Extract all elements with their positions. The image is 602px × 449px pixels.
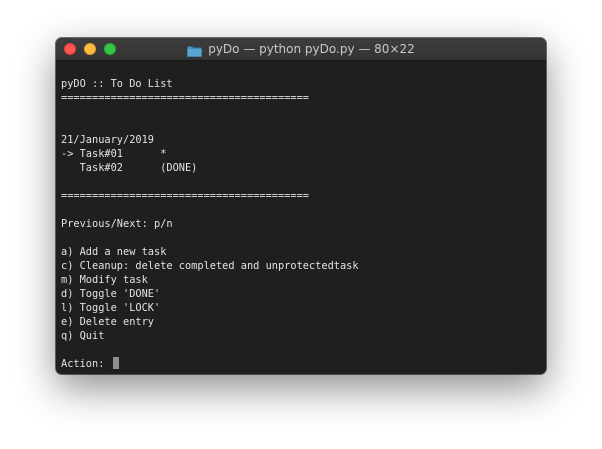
date-line: 21/January/2019 [61, 134, 154, 146]
window-title: pyDo — python pyDo.py — 80×22 [208, 42, 415, 56]
terminal-window: pyDo — python pyDo.py — 80×22 pyDO :: To… [56, 38, 546, 374]
task-line: Task#02 (DONE) [61, 162, 198, 174]
separator-line: ======================================== [61, 92, 309, 104]
navigation-hint: Previous/Next: p/n [61, 218, 173, 230]
terminal-output[interactable]: pyDO :: To Do List =====================… [56, 61, 546, 374]
task-line-selected: -> Task#01 * [61, 148, 167, 160]
menu-option-delete: e) Delete entry [61, 316, 154, 328]
menu-option-toggle-done: d) Toggle 'DONE' [61, 288, 161, 300]
menu-option-modify: m) Modify task [61, 274, 148, 286]
folder-icon [187, 44, 203, 57]
menu-option-quit: q) Quit [61, 330, 105, 342]
title-bar[interactable]: pyDo — python pyDo.py — 80×22 [56, 38, 546, 61]
window-title-area: pyDo — python pyDo.py — 80×22 [56, 38, 546, 60]
prompt-line[interactable]: Action: [61, 357, 546, 371]
text-cursor [112, 357, 119, 369]
terminal-line: pyDO :: To Do List [61, 78, 173, 90]
menu-option-add: a) Add a new task [61, 246, 167, 258]
separator-line: ======================================== [61, 190, 309, 202]
menu-option-cleanup: c) Cleanup: delete completed and unprote… [61, 260, 359, 272]
menu-option-toggle-lock: l) Toggle 'LOCK' [61, 302, 161, 314]
action-prompt: Action: [61, 358, 111, 370]
